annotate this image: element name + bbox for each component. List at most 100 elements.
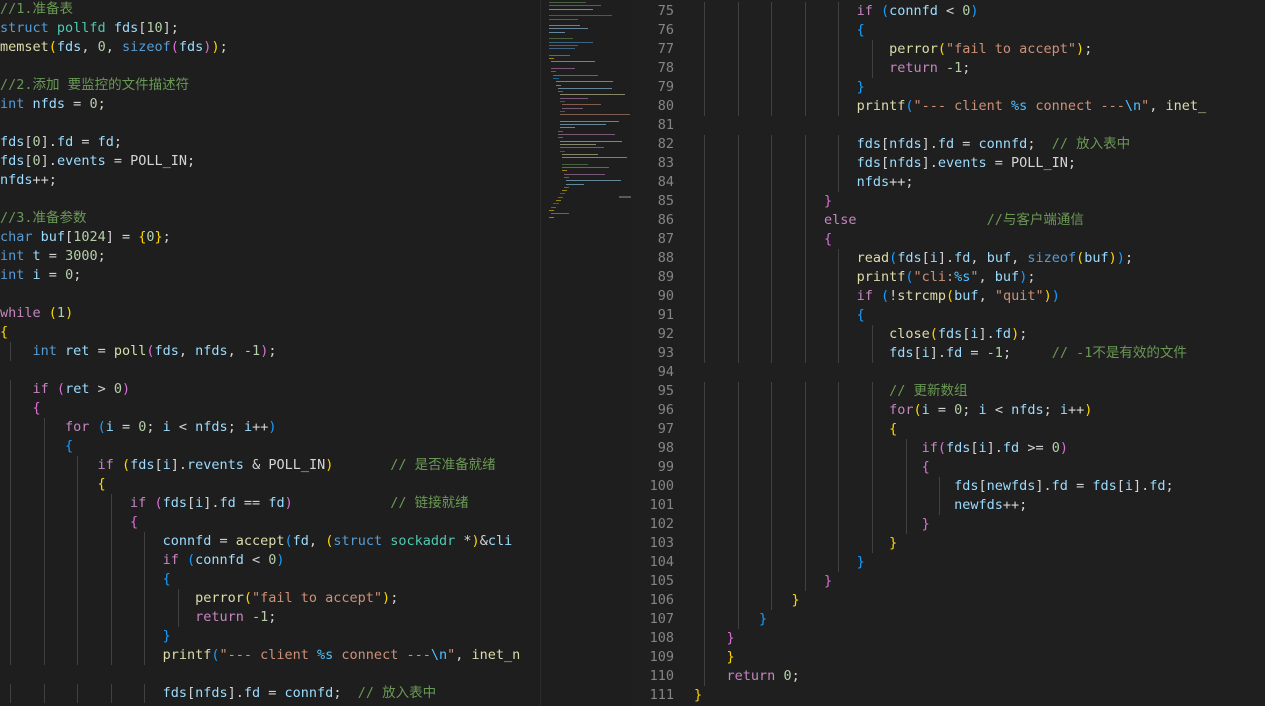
code-line[interactable]: int ret = poll(fds, nfds, -1); xyxy=(0,342,540,361)
code-line[interactable]: 82 fds[nfds].fd = connfd; // 放入表中 xyxy=(632,135,1265,154)
indent-guide xyxy=(737,249,739,268)
code-line[interactable]: return -1; xyxy=(0,608,540,627)
code-line[interactable]: 107 } xyxy=(632,610,1265,629)
indent-guide xyxy=(872,477,873,496)
code-line[interactable]: for (i = 0; i < nfds; i++) xyxy=(0,418,540,437)
code-token: i xyxy=(243,419,253,435)
code-line[interactable]: fds[0].events = POLL_IN; xyxy=(0,152,540,171)
code-line[interactable]: 89 printf("cli:%s", buf); xyxy=(632,268,1265,287)
code-line[interactable]: 95 // 更新数组 xyxy=(632,382,1265,401)
code-line[interactable]: //1.准备表 xyxy=(0,0,540,19)
code-line[interactable]: 93 fds[i].fd = -1; // -1不是有效的文件 xyxy=(632,344,1265,363)
code-line[interactable]: 109 } xyxy=(632,648,1265,667)
code-line[interactable]: fds[0].fd = fd; xyxy=(0,133,540,152)
code-line[interactable] xyxy=(0,665,540,684)
code-line[interactable]: 80 printf("--- client %s connect ---\n",… xyxy=(632,97,1265,116)
code-line[interactable]: { xyxy=(0,437,540,456)
code-line[interactable]: { xyxy=(0,323,540,342)
code-line[interactable]: 102 } xyxy=(632,515,1265,534)
code-token: ) xyxy=(276,552,285,568)
code-line[interactable]: 110 return 0; xyxy=(632,667,1265,686)
code-line[interactable]: 77 perror("fail to accept"); xyxy=(632,40,1265,59)
code-line[interactable]: //2.添加 要监控的文件描述符 xyxy=(0,76,540,95)
code-line[interactable]: char buf[1024] = {0}; xyxy=(0,228,540,247)
code-line[interactable]: 108 } xyxy=(632,629,1265,648)
code-line[interactable]: 106 } xyxy=(632,591,1265,610)
code-line[interactable]: 85 } xyxy=(632,192,1265,211)
code-line[interactable]: if (fds[i].revents & POLL_IN) // 是否准备就绪 xyxy=(0,456,540,475)
code-line[interactable]: 78 return -1; xyxy=(632,59,1265,78)
code-line[interactable]: int i = 0; xyxy=(0,266,540,285)
code-line[interactable]: 88 read(fds[i].fd, buf, sizeof(buf)); xyxy=(632,249,1265,268)
code-line[interactable] xyxy=(0,114,540,133)
code-line[interactable]: 76 { xyxy=(632,21,1265,40)
code-line[interactable]: if (connfd < 0) xyxy=(0,551,540,570)
code-line[interactable]: 96 for(i = 0; i < nfds; i++) xyxy=(632,401,1265,420)
indent-guide xyxy=(771,458,773,477)
indent-guide xyxy=(905,477,907,496)
code-line[interactable]: 94 xyxy=(632,363,1265,382)
indent-guide xyxy=(804,59,806,78)
code-line[interactable]: memset(fds, 0, sizeof(fds)); xyxy=(0,38,540,57)
code-token: ; xyxy=(1084,41,1093,57)
code-line[interactable]: int t = 3000; xyxy=(0,247,540,266)
minimap-slider[interactable] xyxy=(619,196,631,198)
minimap[interactable] xyxy=(540,0,633,706)
left-editor-pane[interactable]: //1.准备表 struct pollfd fds[10]; memset(fds,… xyxy=(0,0,540,706)
code-line[interactable]: 111} xyxy=(632,686,1265,705)
code-line[interactable]: if (fds[i].fd == fd) // 链接就绪 xyxy=(0,494,540,513)
code-line[interactable] xyxy=(0,190,540,209)
code-text: fds[nfds].fd = connfd; // 放入表中 xyxy=(0,684,437,703)
code-line[interactable]: //3.准备参数 xyxy=(0,209,540,228)
code-line[interactable]: connfd = accept(fd, (struct sockaddr *)&… xyxy=(0,532,540,551)
code-line[interactable] xyxy=(0,285,540,304)
code-line[interactable]: 87 { xyxy=(632,230,1265,249)
code-line[interactable]: 105 } xyxy=(632,572,1265,591)
code-line[interactable]: 100 fds[newfds].fd = fds[i].fd; xyxy=(632,477,1265,496)
minimap-line xyxy=(549,15,612,17)
code-line[interactable]: { xyxy=(0,513,540,532)
code-line[interactable]: 91 { xyxy=(632,306,1265,325)
code-line[interactable]: nfds++; xyxy=(0,171,540,190)
code-line[interactable]: 98 if(fds[i].fd >= 0) xyxy=(632,439,1265,458)
code-line[interactable]: struct pollfd fds[10]; xyxy=(0,19,540,38)
code-line[interactable]: if (ret > 0) xyxy=(0,380,540,399)
code-line[interactable]: 101 newfds++; xyxy=(632,496,1265,515)
code-token: = xyxy=(73,134,98,150)
code-line[interactable]: 83 fds[nfds].events = POLL_IN; xyxy=(632,154,1265,173)
right-editor-pane[interactable]: 75 if (connfd < 0) 76 {77 perror("fail to… xyxy=(632,0,1265,706)
code-line[interactable]: 104 } xyxy=(632,553,1265,572)
line-number: 111 xyxy=(649,687,674,703)
code-line[interactable]: int nfds = 0; xyxy=(0,95,540,114)
code-line[interactable]: printf("--- client %s connect ---\n", in… xyxy=(0,646,540,665)
code-line[interactable]: 103 } xyxy=(632,534,1265,553)
code-line[interactable]: } xyxy=(0,627,540,646)
indent-guide xyxy=(771,2,773,21)
code-line[interactable] xyxy=(0,361,540,380)
code-line[interactable]: fds[nfds].fd = connfd; // 放入表中 xyxy=(0,684,540,703)
code-line[interactable]: 81 xyxy=(632,116,1265,135)
code-line[interactable]: 90 if (!strcmp(buf, "quit")) xyxy=(632,287,1265,306)
code-token: , xyxy=(227,343,244,359)
code-line[interactable]: 84 nfds++; xyxy=(632,173,1265,192)
code-line[interactable]: { xyxy=(0,475,540,494)
code-line[interactable]: 97 { xyxy=(632,420,1265,439)
indent-guide xyxy=(10,608,11,627)
minimap-line xyxy=(561,157,627,159)
indent-guide xyxy=(110,646,112,665)
code-line[interactable]: { xyxy=(0,570,540,589)
code-line[interactable] xyxy=(0,57,540,76)
code-line[interactable]: while (1) xyxy=(0,304,540,323)
code-line[interactable]: 86 else //与客户端通信 xyxy=(632,211,1265,230)
code-line[interactable]: 99 { xyxy=(632,458,1265,477)
code-text: if (!strcmp(buf, "quit")) xyxy=(694,287,1060,306)
code-text: int i = 0; xyxy=(0,266,81,285)
code-line[interactable]: 92 close(fds[i].fd); xyxy=(632,325,1265,344)
indent-guide xyxy=(10,532,11,551)
code-line[interactable]: { xyxy=(0,399,540,418)
code-line[interactable]: 79 } xyxy=(632,78,1265,97)
code-line[interactable]: 75 if (connfd < 0) xyxy=(632,2,1265,21)
code-line[interactable]: perror("fail to accept"); xyxy=(0,589,540,608)
